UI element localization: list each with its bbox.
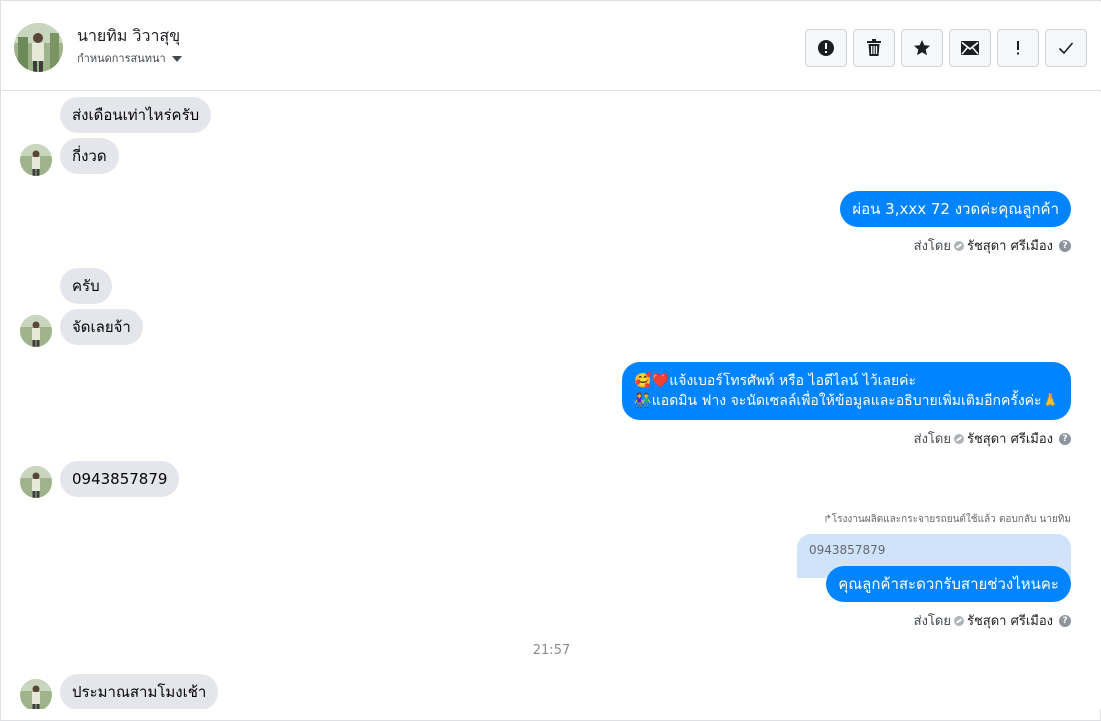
star-icon xyxy=(914,40,930,56)
trash-icon xyxy=(867,39,881,56)
spam-button[interactable] xyxy=(805,29,847,67)
help-icon[interactable]: ? xyxy=(1059,239,1071,252)
verified-icon xyxy=(953,615,964,626)
conversation-header: นายทิม วิวาสุขุ กำหนดการสนทนา xyxy=(2,2,1101,91)
timestamp-separator: 21:57 xyxy=(532,643,571,658)
contact-avatar-small[interactable] xyxy=(20,679,52,709)
alert-circle-icon xyxy=(818,40,834,56)
incoming-message[interactable]: ครับ xyxy=(60,268,112,304)
delete-button[interactable] xyxy=(853,29,895,67)
sent-by-info: ส่งโดย รัชสุดา ศรีเมือง ? xyxy=(914,235,1071,256)
sent-by-info: ส่งโดย รัชสุดา ศรีเมือง ? xyxy=(914,610,1071,631)
sent-by-info: ส่งโดย รัชสุดา ศรีเมือง ? xyxy=(914,428,1071,449)
sender-name[interactable]: รัชสุดา ศรีเมือง xyxy=(967,235,1053,256)
outgoing-message[interactable]: คุณลูกค้าสะดวกรับสายช่วงไหนคะ xyxy=(826,566,1071,602)
messenger-window: นายทิม วิวาสุขุ กำหนดการสนทนา ส่งเดือนเท… xyxy=(0,0,1101,721)
incoming-message[interactable]: กี่งวด xyxy=(60,138,119,174)
exclamation-icon xyxy=(1017,41,1019,55)
contact-avatar[interactable] xyxy=(14,23,63,72)
sender-name[interactable]: รัชสุดา ศรีเมือง xyxy=(967,428,1053,449)
verified-icon xyxy=(953,240,964,251)
contact-name[interactable]: นายทิม วิวาสุขุ xyxy=(77,24,180,49)
contact-avatar-small[interactable] xyxy=(20,466,52,498)
contact-avatar-small[interactable] xyxy=(20,315,52,347)
done-button[interactable] xyxy=(1045,29,1087,67)
message-line: 🥰❤️แจ้งเบอร์โทรศัพท์ หรือ ไอดีไลน์ ไว้เล… xyxy=(634,373,917,389)
sent-by-label: ส่งโดย xyxy=(913,432,951,447)
important-button[interactable] xyxy=(997,29,1039,67)
sent-by-label: ส่งโดย xyxy=(913,614,951,629)
incoming-message[interactable]: 0943857879 xyxy=(60,461,180,497)
caret-down-icon xyxy=(171,55,182,62)
incoming-message[interactable]: ส่งเดือนเท่าไหร่ครับ xyxy=(60,97,212,133)
incoming-message[interactable]: ประมาณสามโมงเช้า xyxy=(60,674,219,709)
incoming-message[interactable]: จัดเลยจ้า xyxy=(60,309,143,345)
envelope-icon xyxy=(961,41,979,55)
conversation-settings-label: กำหนดการสนทนา xyxy=(77,52,166,65)
check-icon xyxy=(1058,42,1074,55)
sent-by-label: ส่งโดย xyxy=(913,239,951,254)
help-icon[interactable]: ? xyxy=(1059,432,1071,445)
star-button[interactable] xyxy=(901,29,943,67)
verified-icon xyxy=(953,433,964,444)
message-thread[interactable]: ส่งเดือนเท่าไหร่ครับ กี่งวด ผ่อน 3,xxx 7… xyxy=(2,92,1101,709)
contact-avatar-small[interactable] xyxy=(20,144,52,176)
conversation-settings-dropdown[interactable]: กำหนดการสนทนา xyxy=(77,49,182,67)
sender-name[interactable]: รัชสุดา ศรีเมือง xyxy=(967,610,1053,631)
reply-indicator: ↱โรงงานผลิตและกระจายรถยนต์ใช้แล้ว ตอบกลั… xyxy=(823,514,1071,525)
action-toolbar xyxy=(805,29,1087,67)
outgoing-message[interactable]: 🥰❤️แจ้งเบอร์โทรศัพท์ หรือ ไอดีไลน์ ไว้เล… xyxy=(622,362,1071,420)
mark-unread-button[interactable] xyxy=(949,29,991,67)
help-icon[interactable]: ? xyxy=(1059,614,1071,627)
message-line: 👫แอดมิน ฟาง จะนัดเซลล์เพื่อให้ข้อมูลและอ… xyxy=(634,393,1059,409)
outgoing-message[interactable]: ผ่อน 3,xxx 72 งวดค่ะคุณลูกค้า xyxy=(840,191,1071,227)
